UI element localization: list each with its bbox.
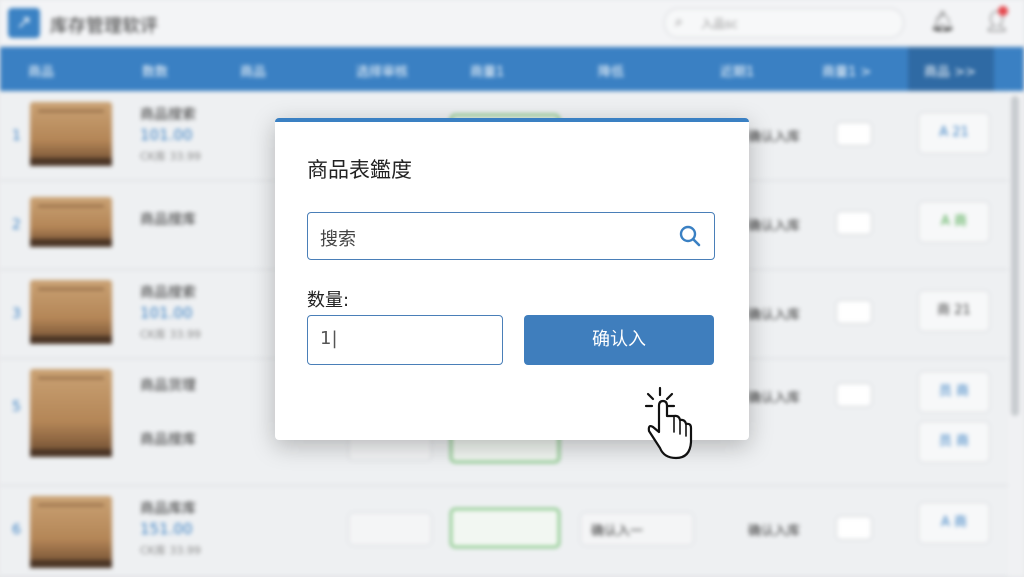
grade-badge[interactable]: 员 商: [918, 421, 990, 463]
grade-badge[interactable]: A 21: [918, 112, 990, 154]
confirm-inbound-button[interactable]: 确认入: [524, 315, 714, 365]
product-price: 101.00: [140, 126, 193, 144]
product-stock: CK库 33.99: [140, 150, 201, 163]
search-placeholder: 入品sc: [701, 17, 738, 31]
action-text[interactable]: 确认入库: [748, 520, 800, 539]
column-header[interactable]: 近期1: [720, 61, 754, 80]
row-index: 2: [12, 217, 21, 233]
search-input-value: 搜索: [320, 229, 356, 250]
top-bar: ↗ 库存管理软评 ⌕ 入品sc 🔔︎ 👤︎: [0, 0, 1024, 47]
product-image: [30, 496, 112, 568]
more-button[interactable]: [836, 300, 872, 324]
grade-badge[interactable]: 商 21: [918, 290, 990, 332]
grade-badge[interactable]: A 商: [918, 502, 990, 544]
product-price: 101.00: [140, 304, 193, 322]
column-header[interactable]: 商品: [28, 61, 54, 80]
notification-badge: [998, 6, 1008, 16]
more-button[interactable]: [836, 516, 872, 540]
row-index: 3: [12, 306, 21, 322]
product-name: 商品库库: [140, 501, 196, 517]
select-value: 确认入一: [591, 524, 644, 539]
search-icon[interactable]: [678, 224, 702, 248]
product-name: 商品搜索: [140, 107, 196, 123]
quantity-value: 1|: [320, 328, 338, 349]
row-index: 5: [12, 399, 21, 415]
grade-badge[interactable]: 员 商: [918, 371, 990, 413]
column-header[interactable]: 商量1: [470, 61, 504, 80]
product-image: [30, 369, 112, 457]
product-name: 商品货理: [140, 378, 196, 394]
product-price: 151.00: [140, 520, 193, 538]
action-text[interactable]: 确认入库: [748, 215, 800, 234]
search-cell[interactable]: [348, 512, 432, 546]
status-cell[interactable]: [450, 508, 560, 548]
chart-logo-icon: ↗: [8, 8, 40, 38]
action-text[interactable]: 确认入库: [748, 126, 800, 145]
column-header[interactable]: 商量1 >: [822, 61, 871, 80]
column-header[interactable]: 数数: [142, 61, 168, 80]
more-button[interactable]: [836, 122, 872, 146]
bell-icon[interactable]: 🔔︎: [930, 9, 955, 33]
product-stock: CK库 33.99: [140, 328, 201, 341]
modal-title: 商品表鑑度: [307, 158, 412, 182]
more-button[interactable]: [836, 211, 872, 235]
product-name-secondary: 商品搜库: [140, 432, 196, 448]
hand-pointer-icon: [644, 386, 693, 460]
column-header[interactable]: 选择审核: [356, 61, 408, 80]
app-title: 库存管理软评: [50, 16, 158, 37]
product-search-input[interactable]: 搜索: [307, 212, 715, 260]
product-name: 商品搜索: [140, 285, 196, 301]
product-name: 商品搜库: [140, 212, 196, 228]
product-image: [30, 102, 112, 166]
table-row[interactable]: 6 商品库库 151.00 CK库 33.99 确认入一 确认入库 A 商: [0, 486, 1008, 577]
product-stock: CK库 33.99: [140, 544, 201, 557]
scrollbar-thumb[interactable]: [1011, 96, 1019, 416]
action-text[interactable]: 确认入库: [748, 304, 800, 323]
column-header[interactable]: 商品: [240, 61, 266, 80]
column-header[interactable]: 降低: [598, 61, 624, 80]
quantity-input[interactable]: 1|: [307, 315, 503, 365]
grade-badge[interactable]: A 商: [918, 201, 990, 243]
search-icon: ⌕: [675, 14, 683, 30]
row-index: 1: [12, 128, 21, 144]
quantity-label: 数量:: [307, 290, 350, 311]
column-header[interactable]: 商品 >>: [924, 61, 976, 80]
product-image: [30, 280, 112, 344]
select-cell[interactable]: 确认入一: [580, 512, 694, 546]
global-search-input[interactable]: ⌕ 入品sc: [664, 8, 904, 38]
action-text[interactable]: 确认入库: [748, 387, 800, 406]
product-image: [30, 197, 112, 247]
row-index: 6: [12, 522, 21, 538]
more-button[interactable]: [836, 383, 872, 407]
